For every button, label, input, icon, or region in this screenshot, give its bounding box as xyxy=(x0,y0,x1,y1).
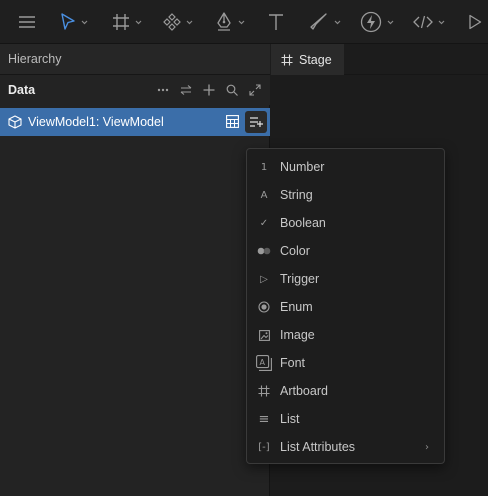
menu-item-label: Image xyxy=(280,328,315,342)
table-icon[interactable] xyxy=(226,115,239,131)
list-icon: ≡ xyxy=(258,411,270,427)
menu-item-image[interactable]: Image xyxy=(247,321,444,349)
menu-item-label: Trigger xyxy=(280,272,320,286)
main-toolbar xyxy=(0,0,488,44)
chevron-down-icon xyxy=(81,20,88,24)
expand-icon[interactable] xyxy=(243,75,266,105)
component-tool-button[interactable] xyxy=(163,0,193,44)
artboard-tool-button[interactable] xyxy=(112,0,142,44)
menu-item-label: Enum xyxy=(280,300,313,314)
string-icon: A xyxy=(260,189,268,201)
brush-tool-icon xyxy=(310,13,327,30)
add-property-button[interactable] xyxy=(245,111,267,133)
menu-item-color[interactable]: Color xyxy=(247,237,444,265)
tab-stage[interactable]: Stage xyxy=(271,44,344,75)
stage-grid-icon xyxy=(281,54,293,65)
panel-title: Hierarchy xyxy=(0,44,270,75)
menu-item-number[interactable]: 1 Number xyxy=(247,153,444,181)
more-icon[interactable] xyxy=(151,75,174,105)
menu-item-string[interactable]: A String xyxy=(247,181,444,209)
code-icon xyxy=(413,15,433,29)
pen-tool-icon xyxy=(217,12,231,31)
svg-text:A: A xyxy=(260,358,266,367)
component-tool-icon xyxy=(163,13,181,31)
menu-icon[interactable] xyxy=(18,0,36,44)
text-tool-button[interactable] xyxy=(267,0,285,44)
search-icon[interactable] xyxy=(220,75,243,105)
chevron-down-icon xyxy=(387,20,394,24)
data-section-header: Data xyxy=(0,75,270,105)
menu-item-font[interactable]: A Font xyxy=(247,349,444,377)
menu-item-label: Artboard xyxy=(280,384,328,398)
add-property-icon xyxy=(250,117,263,127)
menu-item-label: List xyxy=(280,412,300,426)
brush-tool-button[interactable] xyxy=(309,0,341,44)
menu-item-boolean[interactable]: ✓ Boolean xyxy=(247,209,444,237)
number-icon: 1 xyxy=(260,161,268,173)
chevron-down-icon xyxy=(238,20,245,24)
viewmodel-cube-icon xyxy=(8,115,22,129)
artboard-tool-icon xyxy=(113,14,129,30)
menu-item-label: String xyxy=(280,188,313,202)
menu-item-label: Boolean xyxy=(280,216,326,230)
swap-icon[interactable] xyxy=(174,75,197,105)
submenu-arrow-icon: › xyxy=(425,441,429,453)
list-attributes-icon: [-] xyxy=(258,441,270,453)
events-icon xyxy=(360,11,382,33)
boolean-icon: ✓ xyxy=(259,217,269,229)
menu-item-list-attributes[interactable]: [-] List Attributes › xyxy=(247,433,444,461)
select-tool-button[interactable] xyxy=(60,0,88,44)
trigger-icon: ▷ xyxy=(260,273,268,285)
menu-item-trigger[interactable]: ▷ Trigger xyxy=(247,265,444,293)
menu-item-label: Number xyxy=(280,160,325,174)
text-tool-icon xyxy=(269,14,283,30)
menu-item-label: Font xyxy=(280,356,306,370)
property-type-menu: 1 Number A String ✓ Boolean Color ▷ Trig… xyxy=(246,148,445,464)
image-icon xyxy=(256,327,272,343)
menu-item-enum[interactable]: Enum xyxy=(247,293,444,321)
data-section-label: Data xyxy=(8,83,36,97)
font-icon: A xyxy=(256,355,272,371)
viewmodel-row[interactable]: ViewModel1: ViewModel xyxy=(0,108,270,136)
chevron-down-icon xyxy=(334,20,341,24)
code-button[interactable] xyxy=(413,0,445,44)
pen-tool-button[interactable] xyxy=(215,0,245,44)
menu-item-artboard[interactable]: Artboard xyxy=(247,377,444,405)
enum-icon xyxy=(256,299,272,315)
menu-item-label: List Attributes xyxy=(280,440,356,454)
chevron-down-icon xyxy=(135,20,142,24)
menu-item-label: Color xyxy=(280,244,310,258)
select-tool-icon xyxy=(61,13,75,30)
play-icon xyxy=(469,14,482,30)
add-icon[interactable] xyxy=(197,75,220,105)
events-button[interactable] xyxy=(360,0,394,44)
chevron-down-icon xyxy=(186,20,193,24)
artboard-icon xyxy=(256,383,272,399)
tab-stage-label: Stage xyxy=(299,52,332,67)
menu-item-list[interactable]: ≡ List xyxy=(247,405,444,433)
chevron-down-icon xyxy=(438,20,445,24)
play-button[interactable] xyxy=(468,0,482,44)
color-icon xyxy=(256,243,272,259)
viewmodel-label: ViewModel1: ViewModel xyxy=(28,115,164,129)
stage-tabbar: Stage xyxy=(271,44,488,75)
